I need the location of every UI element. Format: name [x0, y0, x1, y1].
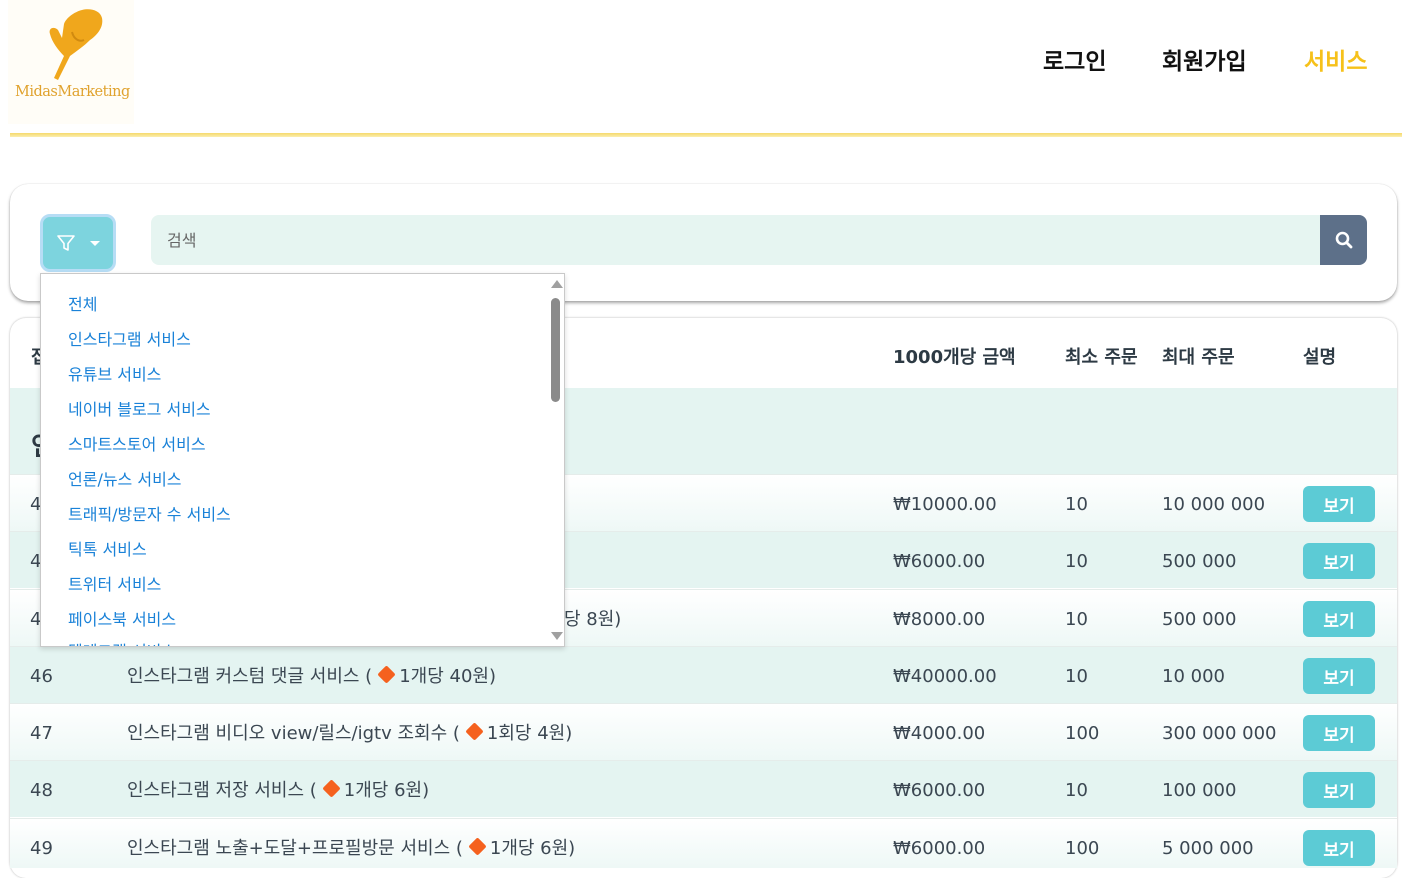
- row-price: ₩6000.00: [893, 551, 986, 572]
- row-max: 5 000 000: [1162, 838, 1254, 859]
- table-row: 49 인스타그램 노출+도달+프로필방문 서비스 ( 1개당 6원) ₩6000.…: [10, 818, 1397, 868]
- dropdown-item[interactable]: 유튜브 서비스: [68, 361, 161, 385]
- site-header: MidasMarketing 로그인 회원가입 서비스: [0, 0, 1402, 136]
- view-button[interactable]: 보기: [1303, 601, 1375, 637]
- chevron-down-icon: [90, 240, 100, 246]
- dropdown-item[interactable]: 스마트스토어 서비스: [68, 431, 206, 455]
- row-name-text: 인스타그램 저장 서비스 (: [127, 780, 317, 801]
- hand-logo-icon: [49, 9, 103, 80]
- logo-text: MidasMarketing: [15, 84, 130, 100]
- table-row: 48 인스타그램 저장 서비스 ( 1개당 6원) ₩6000.00 10 100…: [10, 760, 1397, 817]
- search-button[interactable]: [1320, 215, 1367, 265]
- row-name: 인스타그램 비디오 view/릴스/igtv 조회수 ( 1회당 4원): [127, 722, 573, 745]
- filter-dropdown-button[interactable]: [40, 214, 116, 272]
- row-max: 300 000 000: [1162, 723, 1277, 744]
- row-max: 10 000: [1162, 666, 1225, 687]
- diamond-icon: [465, 722, 484, 741]
- column-header-max[interactable]: 최대 주문: [1162, 343, 1235, 369]
- view-button[interactable]: 보기: [1303, 658, 1375, 694]
- dropdown-item[interactable]: 전체: [68, 291, 97, 315]
- dropdown-item[interactable]: 틱톡 서비스: [68, 536, 147, 560]
- nav-service[interactable]: 서비스: [1304, 42, 1367, 76]
- row-price: ₩8000.00: [893, 609, 986, 630]
- dropdown-item[interactable]: 페이스북 서비스: [68, 606, 176, 630]
- scroll-thumb[interactable]: [551, 298, 560, 402]
- row-id: 46: [30, 666, 53, 687]
- row-name-text: 인스타그램 노출+도달+프로필방문 서비스 (: [127, 838, 463, 859]
- search-input[interactable]: [151, 215, 1321, 265]
- table-row: 47 인스타그램 비디오 view/릴스/igtv 조회수 ( 1회당 4원) ₩…: [10, 703, 1397, 760]
- filter-icon: [57, 235, 75, 251]
- row-unit-price: 1개당 6원): [343, 780, 430, 801]
- row-price: ₩40000.00: [893, 666, 997, 687]
- row-unit-price: 1개당 40원): [399, 666, 496, 687]
- nav-signup[interactable]: 회원가입: [1162, 42, 1247, 76]
- row-min: 10: [1065, 780, 1088, 801]
- column-header-desc: 설명: [1303, 347, 1337, 368]
- row-name: 인스타그램 커스텀 댓글 서비스 ( 1개당 40원): [127, 665, 496, 688]
- row-name-text: 인스타그램 비디오 view/릴스/igtv 조회수 (: [127, 723, 460, 744]
- row-price: ₩10000.00: [893, 494, 997, 515]
- diamond-icon: [322, 779, 341, 798]
- header-divider: [10, 133, 1402, 137]
- row-name: 인스타그램 저장 서비스 ( 1개당 6원): [127, 779, 430, 802]
- view-button[interactable]: 보기: [1303, 486, 1375, 522]
- diamond-icon: [468, 837, 487, 856]
- row-max: 100 000: [1162, 780, 1237, 801]
- scroll-down-icon[interactable]: [551, 632, 563, 640]
- row-price: ₩6000.00: [893, 780, 986, 801]
- view-button[interactable]: 보기: [1303, 772, 1375, 808]
- nav-login[interactable]: 로그인: [1043, 42, 1106, 76]
- column-header-min[interactable]: 최소 주문: [1065, 343, 1138, 369]
- row-max: 500 000: [1162, 551, 1237, 572]
- row-unit-price: 1개당 6원): [489, 838, 576, 859]
- view-button[interactable]: 보기: [1303, 830, 1375, 866]
- logo[interactable]: MidasMarketing: [8, 0, 134, 124]
- row-price: ₩6000.00: [893, 838, 986, 859]
- row-price: ₩4000.00: [893, 723, 986, 744]
- view-button[interactable]: 보기: [1303, 543, 1375, 579]
- row-min: 10: [1065, 551, 1088, 572]
- dropdown-scrollbar[interactable]: [548, 274, 564, 646]
- row-id: 49: [30, 838, 53, 859]
- search-icon: [1335, 231, 1352, 249]
- view-button[interactable]: 보기: [1303, 715, 1375, 751]
- dropdown-item[interactable]: 트래픽/방문자 수 서비스: [68, 501, 231, 525]
- row-id: 47: [30, 723, 53, 744]
- row-min: 100: [1065, 838, 1100, 859]
- row-min: 10: [1065, 666, 1088, 687]
- row-name: 인스타그램 노출+도달+프로필방문 서비스 ( 1개당 6원): [127, 837, 576, 860]
- row-min: 100: [1065, 723, 1100, 744]
- dropdown-item[interactable]: 네이버 블로그 서비스: [68, 396, 211, 420]
- row-name: 당 8원): [564, 609, 622, 630]
- row-name-text: 인스타그램 커스텀 댓글 서비스 (: [127, 666, 373, 687]
- row-max: 500 000: [1162, 609, 1237, 630]
- row-max: 10 000 000: [1162, 494, 1266, 515]
- dropdown-item[interactable]: 인스타그램 서비스: [68, 326, 191, 350]
- diamond-icon: [377, 665, 396, 684]
- category-dropdown: 전체 인스타그램 서비스 유튜브 서비스 네이버 블로그 서비스 스마트스토어 …: [40, 273, 565, 647]
- row-min: 10: [1065, 609, 1088, 630]
- dropdown-item[interactable]: 텔레그램 서비스: [68, 638, 176, 646]
- scroll-up-icon[interactable]: [551, 280, 563, 288]
- dropdown-item[interactable]: 언론/뉴스 서비스: [68, 466, 182, 490]
- column-header-price[interactable]: 1000개당 금액: [893, 343, 1016, 369]
- row-id: 48: [30, 780, 53, 801]
- table-row: 46 인스타그램 커스텀 댓글 서비스 (1개당 40원) ₩40000.00 …: [10, 646, 1397, 703]
- row-unit-price: 1회당 4원): [486, 723, 573, 744]
- row-min: 10: [1065, 494, 1088, 515]
- dropdown-item[interactable]: 트위터 서비스: [68, 571, 161, 595]
